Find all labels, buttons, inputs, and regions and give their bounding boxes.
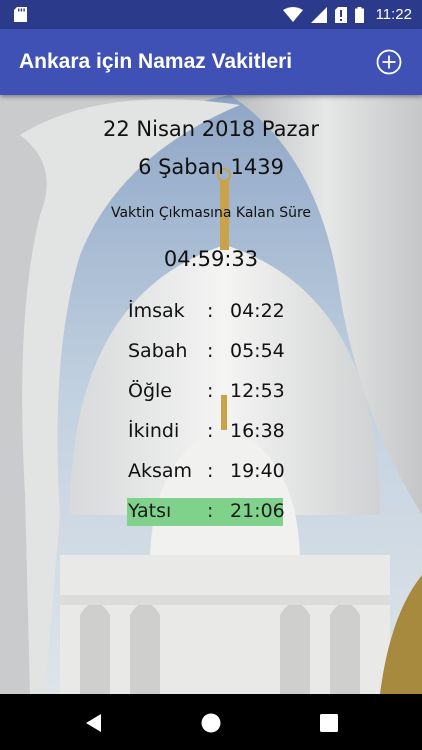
prayer-separator: : [207, 300, 214, 322]
prayer-row-aksam: Aksam : 19:40 [127, 458, 285, 486]
prayer-time: 12:53 [230, 380, 285, 402]
prayer-time: 05:54 [230, 340, 285, 362]
prayer-row-ogle: Öğle : 12:53 [127, 378, 285, 406]
prayer-name: Yatsı [128, 500, 172, 522]
prayer-name: Aksam [128, 460, 193, 482]
remaining-time: 04:59:33 [163, 247, 259, 271]
prayer-name: Sabah [128, 340, 188, 362]
cellular-signal-icon [310, 6, 327, 23]
status-time: 11:22 [375, 6, 412, 23]
navigation-bar [0, 694, 422, 750]
prayer-time: 21:06 [230, 500, 285, 522]
hijri-date: 6 Şaban 1439 [138, 155, 284, 179]
sd-card-icon [14, 7, 27, 22]
prayer-times-table: İmsak : 04:22 Sabah : 05:54 Öğle : 12:53… [127, 298, 285, 538]
add-circle-icon[interactable] [376, 49, 402, 75]
no-sim-icon [334, 6, 347, 23]
recents-icon[interactable] [318, 712, 340, 734]
prayer-name: İmsak [128, 300, 185, 322]
prayer-separator: : [207, 340, 214, 362]
prayer-separator: : [207, 460, 214, 482]
prayer-row-yatsi: Yatsı : 21:06 [127, 498, 285, 526]
app-bar: Ankara için Namaz Vakitleri [0, 29, 422, 95]
gregorian-date: 22 Nisan 2018 Pazar [103, 117, 319, 141]
prayer-time: 04:22 [230, 300, 285, 322]
wifi-icon [282, 6, 303, 22]
status-icons: 11:22 [282, 0, 412, 29]
prayer-info: 22 Nisan 2018 Pazar 6 Şaban 1439 Vaktin … [0, 95, 422, 694]
prayer-separator: : [207, 380, 214, 402]
app-title: Ankara için Namaz Vakitleri [19, 50, 293, 73]
prayer-row-sabah: Sabah : 05:54 [127, 338, 285, 366]
home-icon[interactable] [200, 712, 222, 734]
prayer-name: Öğle [128, 380, 172, 402]
prayer-separator: : [207, 500, 214, 522]
remaining-time-label: Vaktin Çıkmasına Kalan Süre [110, 205, 312, 221]
prayer-time: 19:40 [230, 460, 285, 482]
screen: 11:22 Ankara için Namaz Vakitleri 22 Nis… [0, 0, 422, 750]
prayer-row-ikindi: İkindi : 16:38 [127, 418, 285, 446]
main-content: 22 Nisan 2018 Pazar 6 Şaban 1439 Vaktin … [0, 95, 422, 694]
status-bar: 11:22 [0, 0, 422, 29]
prayer-time: 16:38 [230, 420, 285, 442]
battery-icon [354, 6, 364, 23]
back-icon[interactable] [83, 712, 105, 734]
prayer-separator: : [207, 420, 214, 442]
prayer-name: İkindi [128, 420, 180, 442]
prayer-row-imsak: İmsak : 04:22 [127, 298, 285, 326]
